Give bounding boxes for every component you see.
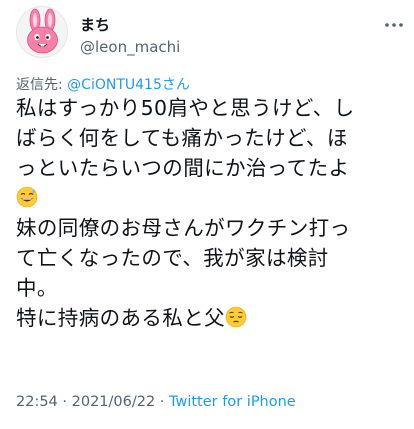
more-options-icon[interactable] <box>382 16 406 34</box>
display-name[interactable]: まち <box>80 14 110 35</box>
tweet-text: 私はすっかり50肩やと思うけど、し ばらく何をしても痛かったけど、ほ っといたら… <box>16 93 404 333</box>
tweet-line-3: っといたらいつの間にか治ってたよ <box>16 156 350 180</box>
tweet-meta: 22:54 · 2021/06/22 · Twitter for iPhone <box>16 394 296 410</box>
reply-prefix: 返信先: <box>16 77 68 93</box>
tweet-line-2: ばらく何をしても痛かったけど、ほ <box>16 126 348 150</box>
tweet-line-7: 中。 <box>16 276 58 300</box>
user-handle[interactable]: @leon_machi <box>80 38 180 56</box>
reply-context: 返信先: @CiONTU415さん <box>16 74 190 94</box>
pink-bunny-avatar-icon <box>27 8 58 54</box>
meta-separator: · <box>57 394 72 410</box>
tweet-line-4 <box>16 183 404 213</box>
tweet-date[interactable]: 2021/06/22 <box>72 394 156 410</box>
avatar[interactable] <box>16 6 68 58</box>
tweet-line-6: て亡くなったので、我が家は検討 <box>16 246 329 270</box>
pensive-face-emoji <box>225 306 247 328</box>
tweet-line-1: 私はすっかり50肩やと思うけど、し <box>16 96 355 120</box>
tweet-line-8-text: 特に持病のある私と父 <box>16 306 225 330</box>
tweet-card: まち @leon_machi 返信先: @CiONTU415さん 私はすっかり5… <box>0 0 414 429</box>
tweet-source-link[interactable]: Twitter for iPhone <box>169 394 296 410</box>
grinning-sweat-emoji <box>16 186 38 208</box>
tweet-line-8: 特に持病のある私と父 <box>16 303 404 333</box>
tweet-line-5: 妹の同僚のお母さんがワクチン打っ <box>16 216 351 240</box>
tweet-time[interactable]: 22:54 <box>16 394 58 410</box>
reply-mention-link[interactable]: @CiONTU415さん <box>67 77 190 93</box>
tweet-header: まち @leon_machi <box>16 6 406 64</box>
meta-separator: · <box>155 394 170 410</box>
